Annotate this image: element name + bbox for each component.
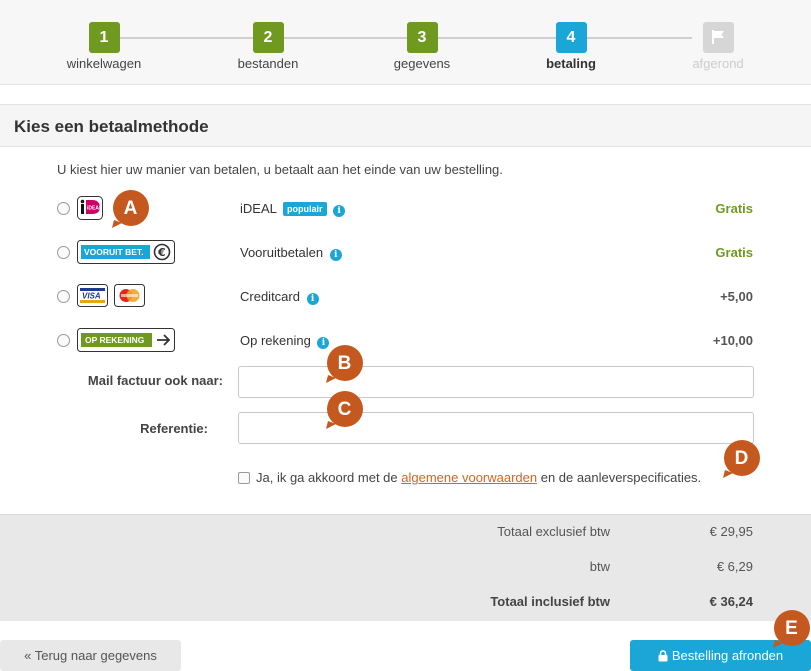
- payment-option-vooruitbetalen[interactable]: VOORUIT BET. € Vooruitbetalen i Gratis: [0, 240, 811, 266]
- ideal-logo: iDEAL: [77, 196, 103, 223]
- svg-text:VOORUIT BET.: VOORUIT BET.: [84, 247, 144, 257]
- payment-option-creditcard[interactable]: VISA Creditcard i +5,00: [0, 284, 811, 310]
- step-label: bestanden: [237, 56, 299, 71]
- step-flag-box: [702, 22, 734, 53]
- method-price: +10,00: [712, 333, 753, 348]
- checkout-stepper: 1 winkelwagen 2 bestanden 3 gegevens 4 b…: [0, 0, 811, 85]
- step-number: 1: [88, 22, 120, 53]
- svg-text:€: €: [157, 246, 166, 259]
- total-incl-value: € 36,24: [709, 594, 753, 609]
- method-name-text: iDEAL: [240, 201, 277, 216]
- marker-letter: B: [337, 353, 352, 374]
- terms-checkbox[interactable]: [238, 472, 250, 484]
- panel-header: Kies een betaalmethode: [0, 104, 811, 147]
- method-price: +5,00: [720, 289, 753, 304]
- method-label: Vooruitbetalen i: [240, 245, 342, 261]
- total-excl-row: Totaal exclusief btw € 29,95: [0, 524, 811, 544]
- order-totals: Totaal exclusief btw € 29,95 btw € 6,29 …: [0, 514, 811, 621]
- radio-ideal[interactable]: [57, 202, 70, 215]
- total-excl-value: € 29,95: [709, 524, 753, 539]
- method-name-text: Vooruitbetalen: [240, 245, 324, 260]
- popular-badge: populair: [283, 202, 327, 216]
- radio-vooruitbetalen[interactable]: [57, 246, 70, 259]
- mail-invoice-label: Mail factuur ook naar:: [87, 373, 223, 388]
- svg-text:OP REKENING: OP REKENING: [85, 335, 145, 345]
- marker-letter: E: [785, 618, 798, 639]
- vat-value: € 6,29: [716, 559, 753, 574]
- flag-icon: [712, 30, 724, 44]
- step-gegevens[interactable]: 3 gegevens: [362, 22, 482, 71]
- lock-icon: [658, 650, 668, 662]
- step-label: betaling: [546, 56, 596, 71]
- back-button[interactable]: « Terug naar gegevens: [0, 640, 181, 671]
- marker-c: C: [326, 391, 363, 429]
- method-name-text: Op rekening: [240, 333, 311, 348]
- marker-letter: D: [734, 448, 749, 469]
- terms-row: Ja, ik ga akkoord met de algemene voorwa…: [238, 470, 701, 485]
- step-number: 3: [406, 22, 438, 53]
- method-price: Gratis: [715, 245, 753, 260]
- info-icon[interactable]: i: [333, 205, 346, 217]
- reference-input[interactable]: [238, 412, 754, 444]
- step-afgerond: afgerond: [658, 22, 778, 71]
- total-incl-label: Totaal inclusief btw: [490, 594, 610, 609]
- radio-creditcard[interactable]: [57, 290, 70, 303]
- payment-option-op-rekening[interactable]: OP REKENING Op rekening i +10,00: [0, 328, 811, 354]
- terms-link[interactable]: algemene voorwaarden: [401, 470, 537, 485]
- method-label: iDEAL populair i: [240, 201, 346, 217]
- op-rekening-logo: OP REKENING: [77, 328, 175, 355]
- step-number: 2: [252, 22, 284, 53]
- mail-invoice-input[interactable]: [238, 366, 754, 398]
- radio-op-rekening[interactable]: [57, 334, 70, 347]
- step-label: winkelwagen: [66, 56, 142, 71]
- step-bestanden[interactable]: 2 bestanden: [208, 22, 328, 71]
- submit-label: Bestelling afronden: [671, 648, 784, 663]
- vooruit-betalen-logo: VOORUIT BET. €: [77, 240, 175, 267]
- step-label: afgerond: [692, 56, 744, 71]
- marker-letter: C: [337, 399, 352, 420]
- method-name-text: Creditcard: [240, 289, 300, 304]
- intro-text: U kiest hier uw manier van betalen, u be…: [57, 162, 503, 177]
- total-excl-label: Totaal exclusief btw: [497, 524, 610, 539]
- marker-d: D: [723, 440, 760, 478]
- visa-logo: VISA: [77, 284, 108, 310]
- marker-a: A: [112, 190, 149, 228]
- page-title: Kies een betaalmethode: [14, 117, 209, 136]
- marker-e: E: [773, 610, 810, 648]
- mastercard-logo: [114, 284, 145, 310]
- marker-letter: A: [123, 198, 138, 219]
- method-label: Op rekening i: [240, 333, 330, 349]
- step-label: gegevens: [393, 56, 451, 71]
- vat-row: btw € 6,29: [0, 559, 811, 579]
- svg-text:iDEAL: iDEAL: [87, 206, 102, 212]
- terms-suffix: en de aanleverspecificaties.: [537, 470, 702, 485]
- terms-prefix: Ja, ik ga akkoord met de: [256, 470, 402, 485]
- marker-b: B: [326, 345, 363, 383]
- step-betaling: 4 betaling: [511, 22, 631, 71]
- method-price: Gratis: [715, 201, 753, 216]
- total-incl-row: Totaal inclusief btw € 36,24: [0, 594, 811, 614]
- svg-text:VISA: VISA: [82, 292, 101, 301]
- method-label: Creditcard i: [240, 289, 319, 305]
- step-number: 4: [555, 22, 587, 53]
- step-winkelwagen[interactable]: 1 winkelwagen: [44, 22, 164, 71]
- reference-label: Referentie:: [140, 421, 208, 436]
- info-icon[interactable]: i: [329, 249, 342, 261]
- vat-label: btw: [589, 559, 610, 574]
- info-icon[interactable]: i: [306, 293, 319, 305]
